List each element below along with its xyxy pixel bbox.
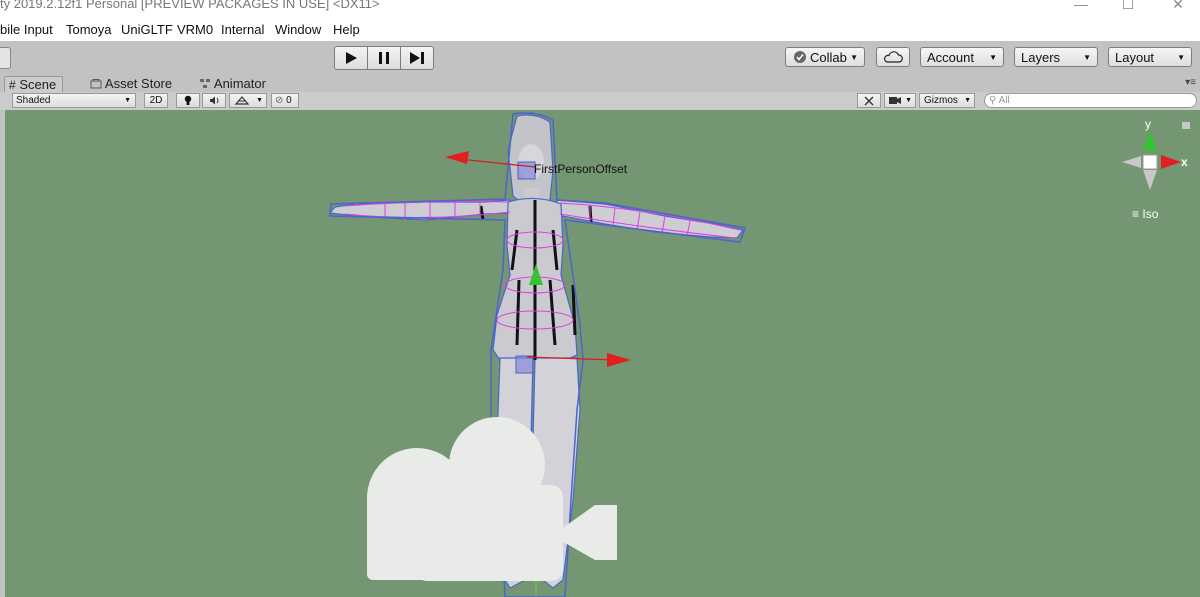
chevron-down-icon: ▼ (1083, 53, 1091, 62)
gizmos-label: Gizmos (924, 95, 958, 106)
menu-vrm0[interactable]: VRM0 (177, 22, 213, 37)
menu-window[interactable]: Window (275, 22, 321, 37)
maximize-icon[interactable]: ☐ (1108, 0, 1148, 14)
projection-label: Iso (1142, 207, 1159, 221)
tab-animator[interactable]: Animator (199, 76, 266, 92)
menu-bar: bile Input Tomoya UniGLTF VRM0 Internal … (0, 17, 1200, 41)
scene-canvas (328, 110, 1190, 597)
step-button[interactable] (400, 46, 434, 70)
hidden-count: 0 (286, 95, 292, 106)
chevron-down-icon: ▼ (256, 97, 263, 104)
shading-mode-label: Shaded (16, 95, 51, 106)
play-icon (346, 52, 357, 64)
speaker-icon (210, 96, 219, 105)
menu-lines-icon: ≡ (1132, 207, 1140, 221)
chevron-down-icon: ▼ (124, 97, 131, 104)
eye-slash-icon: ⊘ (275, 95, 284, 106)
first-person-offset-handle[interactable] (517, 161, 536, 180)
collab-label: Collab (810, 50, 847, 65)
transform-tools-edge[interactable] (0, 47, 11, 69)
scene-search-input[interactable]: ⚲ All (984, 93, 1197, 108)
lock-icon (1182, 122, 1190, 129)
search-placeholder: All (998, 95, 1010, 106)
lightbulb-icon (184, 95, 192, 105)
chevron-down-icon: ▼ (850, 53, 858, 62)
x-arrow-root[interactable] (607, 353, 631, 367)
pause-icon (379, 52, 389, 64)
playback-controls (334, 46, 434, 70)
tab-asset-store-label: Asset Store (104, 76, 173, 91)
audio-toggle[interactable] (202, 93, 226, 108)
lighting-toggle[interactable] (176, 93, 200, 108)
object-label: FirstPersonOffset (534, 162, 628, 176)
hidden-objects-toggle[interactable]: ⊘ 0 (271, 93, 299, 108)
account-label: Account (927, 50, 974, 65)
menu-internal[interactable]: Internal (221, 22, 264, 37)
orientation-gizmo[interactable] (1122, 122, 1190, 190)
chevron-down-icon: ▼ (905, 97, 912, 104)
minimize-icon[interactable]: — (1061, 0, 1101, 14)
chevron-down-icon: ▼ (964, 97, 971, 104)
scene-toolbar: Shaded ▼ 2D ▼ ⊘ 0 ▼ Gizmos ▼ ⚲ All (0, 92, 1200, 111)
cloud-button[interactable] (876, 47, 910, 67)
view-tabs: # Scene Asset Store Animator ▾≡ (0, 75, 1200, 93)
gizmo-x-label: x (1181, 155, 1188, 169)
chevron-down-icon: ▼ (989, 53, 997, 62)
toggle-2d-button[interactable]: 2D (144, 93, 168, 108)
gizmos-dropdown[interactable]: Gizmos ▼ (919, 93, 975, 108)
search-icon: ⚲ (989, 95, 997, 106)
layers-dropdown[interactable]: Layers ▼ (1014, 47, 1098, 67)
camera-gizmo-icon[interactable] (367, 417, 617, 581)
close-icon[interactable]: ✕ (1158, 0, 1198, 14)
play-button[interactable] (334, 46, 368, 70)
cloud-icon (884, 51, 903, 63)
menu-help[interactable]: Help (333, 22, 360, 37)
check-icon (794, 51, 806, 63)
menu-unigltf[interactable]: UniGLTF (121, 22, 173, 37)
store-icon (90, 79, 102, 89)
account-dropdown[interactable]: Account ▼ (920, 47, 1004, 67)
effects-dropdown[interactable]: ▼ (229, 93, 267, 108)
shading-mode-dropdown[interactable]: Shaded ▼ (12, 93, 136, 108)
tab-menu-icon[interactable]: ▾≡ (1185, 77, 1196, 88)
tab-scene[interactable]: # Scene (4, 76, 64, 93)
root-transform-handle[interactable] (515, 355, 534, 374)
projection-toggle[interactable]: ≡ Iso (1132, 207, 1158, 221)
gizmo-y-label: y (1145, 117, 1151, 131)
title-bar: ty 2019.2.12f1 Personal [PREVIEW PACKAGE… (0, 0, 1200, 17)
chevron-down-icon: ▼ (1177, 53, 1185, 62)
step-icon (410, 52, 424, 64)
menu-mobile-input[interactable]: bile Input (0, 22, 53, 37)
animator-icon (200, 79, 210, 88)
tab-scene-label: Scene (19, 77, 57, 92)
tools-toggle[interactable] (857, 93, 881, 108)
window-title: ty 2019.2.12f1 Personal [PREVIEW PACKAGE… (0, 0, 380, 11)
pause-button[interactable] (367, 46, 401, 70)
camera-icon (889, 97, 901, 104)
camera-settings-dropdown[interactable]: ▼ (884, 93, 916, 108)
layers-label: Layers (1021, 50, 1061, 65)
tab-animator-label: Animator (213, 76, 266, 91)
layout-label: Layout (1115, 50, 1155, 65)
tab-asset-store[interactable]: Asset Store (90, 76, 172, 92)
layout-dropdown[interactable]: Layout ▼ (1108, 47, 1192, 67)
collab-button[interactable]: Collab ▼ (785, 47, 865, 67)
tools-icon (864, 96, 874, 106)
grid-icon: # (9, 78, 16, 92)
menu-tomoya[interactable]: Tomoya (66, 22, 112, 37)
toggle-2d-label: 2D (149, 95, 163, 106)
x-arrow-top[interactable] (445, 151, 469, 164)
scene-view[interactable]: FirstPersonOffset y x ≡ Iso (5, 110, 1200, 597)
effects-icon (234, 96, 250, 105)
main-toolbar: Collab ▼ Account ▼ Layers ▼ Layout ▼ (0, 41, 1200, 75)
